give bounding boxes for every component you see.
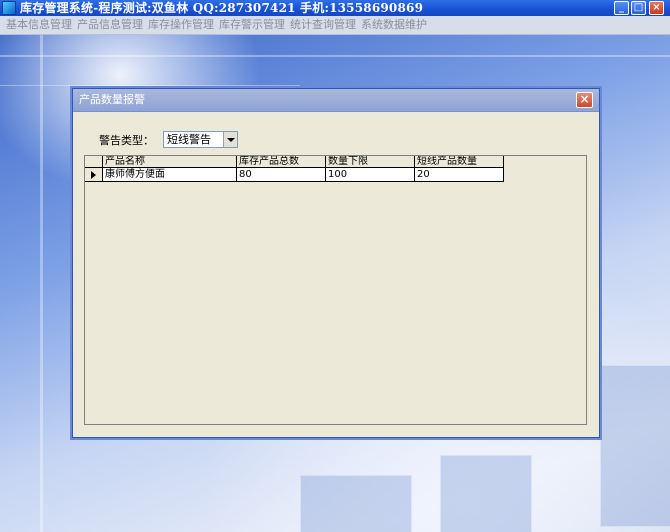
warning-type-label: 警告类型： — [99, 134, 154, 147]
title-bar: 库存管理系统-程序测试:双鱼林 QQ:287307421 手机:13558690… — [0, 0, 670, 16]
menu-stock-warning[interactable]: 库存警示管理 — [219, 16, 285, 34]
alarm-data-grid[interactable]: 产品名称 库存产品总数 数量下限 短线产品数量 康师傅方便面 80 100 20 — [84, 155, 587, 425]
warning-type-value: 短线警告 — [167, 133, 211, 146]
column-header-product-name[interactable]: 产品名称 — [103, 156, 237, 168]
grid-corner — [85, 156, 103, 168]
menu-statistics-query[interactable]: 统计查询管理 — [290, 16, 356, 34]
maximize-button[interactable]: □ — [631, 1, 646, 15]
menu-stock-operation[interactable]: 库存操作管理 — [148, 16, 214, 34]
warning-type-select[interactable]: 短线警告 — [163, 131, 238, 148]
menu-basic-info[interactable]: 基本信息管理 — [6, 16, 72, 34]
chevron-down-icon[interactable] — [223, 132, 237, 147]
dialog-title-bar: 产品数量报警 × — [73, 89, 599, 112]
menu-bar: 基本信息管理 产品信息管理 库存操作管理 库存警示管理 统计查询管理 系统数据维… — [0, 16, 670, 35]
column-header-stock-total[interactable]: 库存产品总数 — [237, 156, 326, 168]
minimize-button[interactable]: _ — [614, 1, 629, 15]
menu-product-info[interactable]: 产品信息管理 — [77, 16, 143, 34]
table-cell-shortage-quantity[interactable]: 20 — [415, 168, 504, 182]
dialog-title: 产品数量报警 — [79, 93, 145, 106]
column-header-lower-limit[interactable]: 数量下限 — [326, 156, 415, 168]
window-title: 库存管理系统-程序测试:双鱼林 QQ:287307421 手机:13558690… — [20, 1, 424, 15]
table-cell-stock-total[interactable]: 80 — [237, 168, 326, 182]
close-button[interactable]: × — [649, 1, 664, 15]
dialog-close-button[interactable]: × — [576, 92, 593, 108]
menu-system-maintenance[interactable]: 系统数据维护 — [361, 16, 427, 34]
row-selector-arrow-icon[interactable] — [85, 168, 103, 182]
column-header-shortage-quantity[interactable]: 短线产品数量 — [415, 156, 504, 168]
table-cell-lower-limit[interactable]: 100 — [326, 168, 415, 182]
app-window: 库存管理系统-程序测试:双鱼林 QQ:287307421 手机:13558690… — [0, 0, 670, 532]
app-icon — [2, 1, 16, 15]
table-cell-product-name[interactable]: 康师傅方便面 — [103, 168, 237, 182]
quantity-alarm-dialog: 产品数量报警 × 警告类型： 短线警告 产品名称 库存产品总数 数量下限 短线产… — [72, 88, 600, 438]
